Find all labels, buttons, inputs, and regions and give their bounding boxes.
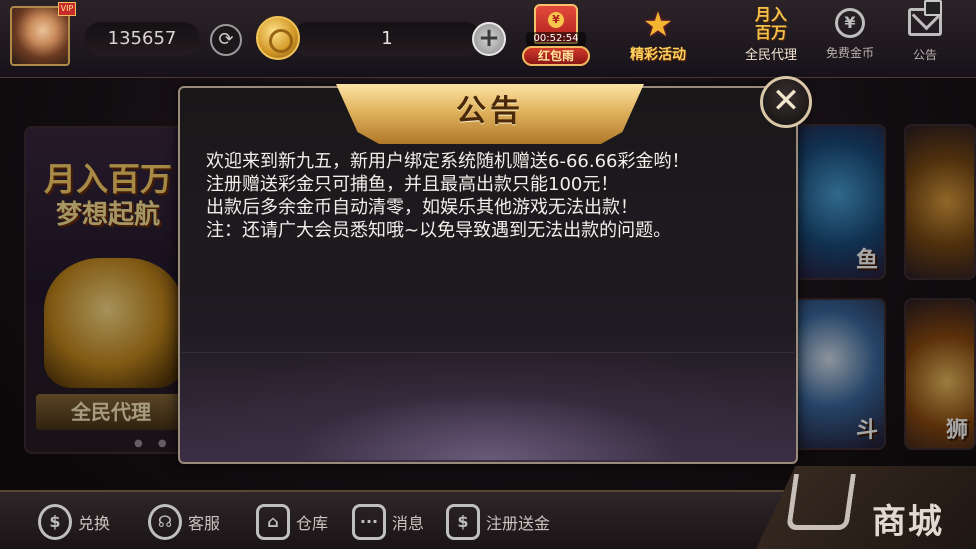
yen-icon: ¥: [835, 8, 865, 38]
messages-label: 消息: [392, 514, 425, 533]
notice-button[interactable]: 公告: [898, 8, 952, 68]
register-bonus-label: 注册送金: [486, 514, 551, 533]
messages-button[interactable]: ··· 消息: [352, 500, 424, 544]
notice-content: 欢迎来到新九五，新用户绑定系统随机赠送6-66.66彩金哟！ 注册赠送彩金只可捕…: [206, 150, 786, 242]
notice-label: 公告: [912, 48, 937, 62]
free-coins-label: 免费金币: [825, 46, 874, 60]
warehouse-button[interactable]: ⌂ 仓库: [256, 500, 328, 544]
top-bar: VIP 135657 ⟳ 1 + 00:52:54 红包雨 ★ 精彩活动 月入 …: [0, 0, 976, 78]
activities-button[interactable]: ★ 精彩活动: [622, 6, 694, 68]
dialog-title: 公告: [456, 94, 524, 129]
agent-button[interactable]: 月入 百万 全民代理: [738, 6, 804, 68]
star-icon: ★: [642, 5, 674, 45]
shop-label[interactable]: 商城: [872, 494, 944, 543]
coin-balance: 1: [292, 22, 482, 56]
red-packet-timer: 00:52:54: [526, 32, 586, 46]
agent-headline: 月入 百万: [754, 5, 787, 42]
coin-icon: [256, 16, 300, 60]
fullscreen-icon[interactable]: [924, 0, 942, 16]
money-bag-icon: $: [38, 504, 72, 540]
service-label: 客服: [188, 514, 221, 533]
free-coins-button[interactable]: ¥ 免费金币: [822, 8, 878, 68]
notice-line: 注：还请广大会员悉知哦~以免导致遇到无法出款的问题。: [206, 220, 672, 241]
notice-line: 欢迎来到新九五，新用户绑定系统随机赠送6-66.66彩金哟！: [206, 151, 690, 172]
cart-icon: [786, 474, 856, 530]
headset-icon: ☊: [148, 504, 182, 540]
notice-line: 出款后多余金币自动清零，如娱乐其他游戏无法出款！: [206, 197, 638, 218]
warehouse-label: 仓库: [296, 514, 329, 533]
add-coins-button[interactable]: +: [472, 22, 506, 56]
activities-label: 精彩活动: [630, 47, 686, 63]
bank-icon: ⌂: [256, 504, 290, 540]
dialog-shade: [182, 352, 794, 460]
close-icon[interactable]: ✕: [760, 76, 812, 128]
exchange-label: 兑换: [78, 514, 111, 533]
bonus-document-icon: $: [446, 504, 480, 540]
refresh-icon[interactable]: ⟳: [210, 24, 242, 56]
message-icon: ···: [352, 504, 386, 540]
notice-line: 注册赠送彩金只可捕鱼，并且最高出款只能100元！: [206, 174, 619, 195]
vip-badge: VIP: [58, 2, 76, 16]
user-id: 135657: [84, 22, 200, 56]
agent-label: 全民代理: [744, 48, 797, 63]
customer-service-button[interactable]: ☊ 客服: [148, 500, 220, 544]
register-bonus-button[interactable]: $ 注册送金: [446, 500, 550, 544]
red-packet-rain-button[interactable]: 00:52:54 红包雨: [520, 4, 592, 68]
red-packet-label: 红包雨: [522, 46, 590, 66]
exchange-button[interactable]: $ 兑换: [38, 500, 110, 544]
